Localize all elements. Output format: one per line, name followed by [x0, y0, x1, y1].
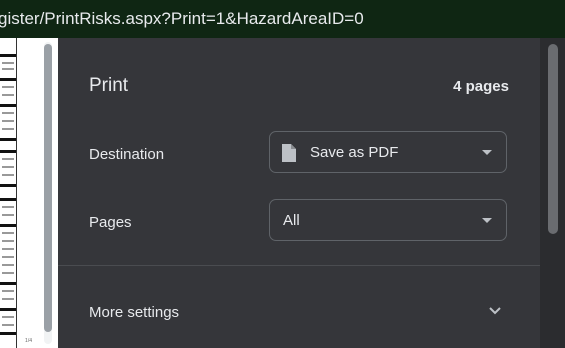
settings-scrollbar-thumb[interactable] [548, 44, 558, 234]
address-bar[interactable]: gister/PrintRisks.aspx?Print=1&HazardAre… [0, 0, 565, 38]
chevron-down-icon[interactable] [488, 306, 502, 316]
preview-scrollbar-thumb[interactable] [44, 44, 52, 332]
dropdown-arrow-icon [482, 218, 492, 223]
url-text: gister/PrintRisks.aspx?Print=1&HazardAre… [0, 9, 364, 28]
destination-value: Save as PDF [310, 144, 399, 161]
more-settings-label[interactable]: More settings [89, 304, 179, 321]
print-settings-panel: Print 4 pages Destination Save as PDF Pa… [58, 38, 540, 348]
dropdown-arrow-icon [482, 150, 492, 155]
divider [58, 265, 540, 266]
pages-value: All [283, 212, 300, 229]
destination-select[interactable]: Save as PDF [269, 131, 507, 173]
page-count: 4 pages [453, 78, 509, 95]
print-title: Print [89, 75, 129, 96]
settings-scrollbar[interactable] [540, 38, 565, 348]
pages-label: Pages [89, 214, 132, 231]
print-preview-page: 1/4 [0, 38, 38, 348]
document-icon [282, 144, 296, 162]
destination-label: Destination [89, 146, 165, 163]
preview-scrollbar[interactable] [38, 38, 58, 348]
pages-select[interactable]: All [269, 199, 507, 241]
preview-page-number: 1/4 [25, 338, 32, 344]
